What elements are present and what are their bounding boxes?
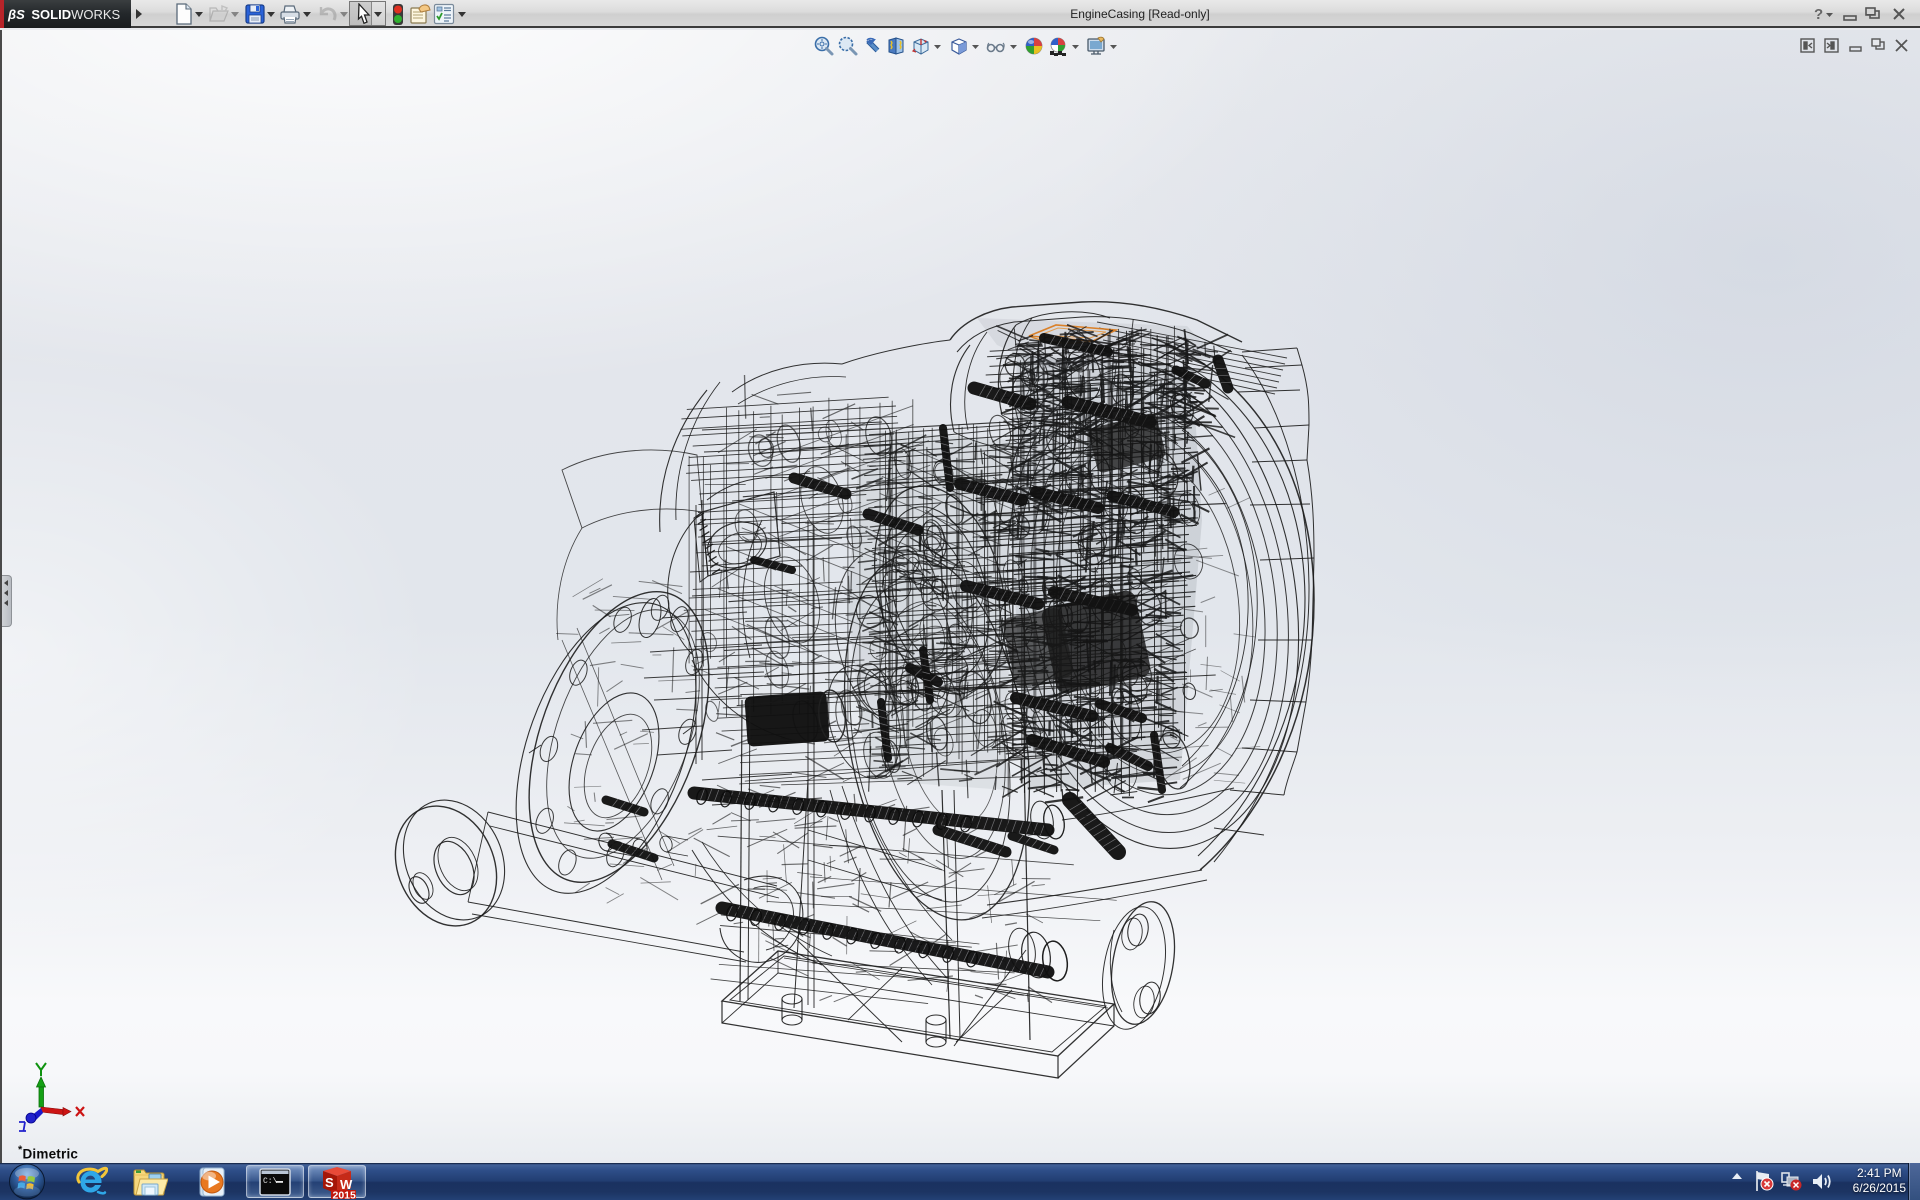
svg-text:S: S — [325, 1175, 334, 1190]
svg-text:2015: 2015 — [333, 1190, 357, 1200]
svg-text:C:\: C:\ — [263, 1177, 278, 1186]
